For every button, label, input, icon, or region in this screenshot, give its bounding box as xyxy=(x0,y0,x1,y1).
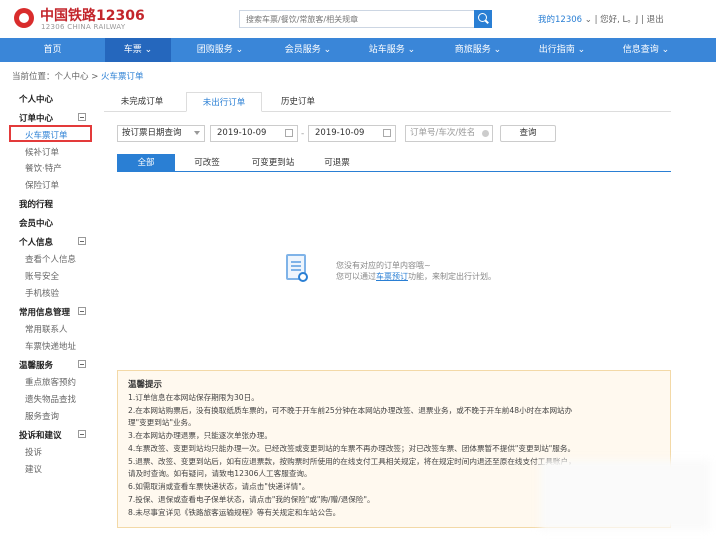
subtab-refundable[interactable]: 可退票 xyxy=(315,154,359,172)
logo-subtitle: 12306 CHINA RAILWAY xyxy=(41,23,126,31)
collapse-icon[interactable] xyxy=(78,113,86,121)
sidebar-key-passenger[interactable]: 重点旅客预约 xyxy=(25,376,76,388)
order-search-input[interactable]: 订单号/车次/姓名 xyxy=(405,125,493,142)
sidebar-service-query[interactable]: 服务查询 xyxy=(25,410,59,422)
search-box xyxy=(239,10,475,28)
calendar-icon[interactable] xyxy=(383,129,391,137)
sidebar-candidate-orders[interactable]: 候补订单 xyxy=(25,146,59,158)
sidebar-train-tickets[interactable]: 火车票订单 xyxy=(25,129,68,141)
tip-line: 1.订单信息在本网站保存期限为30日。 xyxy=(128,393,259,402)
logo-name[interactable]: 中国铁路12306 xyxy=(40,5,145,25)
start-date-value: 2019-10-09 xyxy=(217,128,267,138)
date-type-select[interactable]: 按订票日期查询 xyxy=(117,125,205,142)
sidebar-delivery-address[interactable]: 车票快递地址 xyxy=(25,340,76,352)
empty-line-1: 您没有对应的订单内容哦~ xyxy=(336,261,431,270)
sidebar-personal-center[interactable]: 个人中心 xyxy=(19,93,53,105)
tips-title: 温馨提示 xyxy=(128,380,163,390)
sidebar-phone-verify[interactable]: 手机核验 xyxy=(25,287,59,299)
sidebar-personal-info[interactable]: 个人信息 xyxy=(19,236,53,248)
tip-line: 8.未尽事宜详见《铁路旅客运输规程》等有关规定和车站公告。 xyxy=(128,508,341,517)
nav-station-label: 站车服务 xyxy=(368,45,405,55)
order-search-placeholder: 订单号/车次/姓名 xyxy=(410,128,476,138)
ticket-booking-link[interactable]: 车票预订 xyxy=(376,272,408,281)
nav-member-label: 会员服务 xyxy=(284,45,321,55)
nav-station-service[interactable]: 站车服务 ⌄ xyxy=(352,38,432,62)
nav-member-service[interactable]: 会员服务 ⌄ xyxy=(268,38,348,62)
nav-guide-label: 出行指南 xyxy=(538,45,575,55)
query-button[interactable]: 查询 xyxy=(500,125,556,142)
nav-tickets-label: 车票 xyxy=(123,45,142,55)
nav-group-service[interactable]: 团购服务 ⌄ xyxy=(180,38,260,62)
tip-line: 3.在本网站办理退票，只能逐次单张办理。 xyxy=(128,431,272,440)
sidebar-common-info[interactable]: 常用信息管理 xyxy=(19,306,70,318)
breadcrumb-prefix: 当前位置：个人中心 > xyxy=(12,72,102,82)
tip-line: 2.在本网站购票后，没有换取纸质车票的，可不晚于开车前25分钟在本网站办理改签、… xyxy=(128,406,573,415)
search-input[interactable] xyxy=(240,11,474,27)
start-date-input[interactable]: 2019-10-09 xyxy=(210,125,298,142)
sidebar-account-security[interactable]: 账号安全 xyxy=(25,270,59,282)
nav-info-query[interactable]: 信息查询 ⌄ xyxy=(606,38,686,62)
breadcrumb-current[interactable]: 火车票订单 xyxy=(101,72,144,82)
tip-line: 理"变更到站"业务。 xyxy=(128,418,196,427)
sidebar-member-center[interactable]: 会员中心 xyxy=(19,217,53,229)
sidebar-order-center[interactable]: 订单中心 xyxy=(19,112,53,124)
subtab-changeable[interactable]: 可改签 xyxy=(185,154,229,172)
collapse-icon[interactable] xyxy=(78,360,86,368)
empty-message: 您没有对应的订单内容哦~ 您可以通过车票预订功能，来制定出行计划。 xyxy=(336,260,496,282)
nav-home[interactable]: 首页 xyxy=(0,38,105,62)
main-nav: 首页 车票 ⌄ 团购服务 ⌄ 会员服务 ⌄ 站车服务 ⌄ 商旅服务 ⌄ 出行指南… xyxy=(0,38,716,62)
empty-line-2-prefix: 您可以通过 xyxy=(336,272,376,281)
search-button[interactable] xyxy=(474,10,492,28)
sidebar-contacts[interactable]: 常用联系人 xyxy=(25,323,68,335)
empty-order-icon xyxy=(276,250,316,292)
nav-business-label: 商旅服务 xyxy=(454,45,491,55)
magnifier-icon xyxy=(298,272,308,282)
nav-tickets[interactable]: 车票 ⌄ xyxy=(105,38,171,62)
tip-line: 5.退票、改签、变更到站后，如有应退票款，按购票时所使用的在线支付工具相关规定，… xyxy=(128,457,576,466)
sidebar-complaints[interactable]: 投诉和建议 xyxy=(19,429,62,441)
collapse-icon[interactable] xyxy=(78,430,86,438)
sidebar-my-trips[interactable]: 我的行程 xyxy=(19,198,53,210)
logout-link[interactable]: 退出 xyxy=(647,15,664,25)
watermark-area xyxy=(540,460,710,530)
calendar-icon[interactable] xyxy=(285,129,293,137)
sidebar-complaint[interactable]: 投诉 xyxy=(25,446,42,458)
tip-line: 4.车票改签、变更到站均只能办理一次。已经改签或变更到站的车票不再办理改签；对已… xyxy=(128,444,576,453)
tab-history[interactable]: 历史订单 xyxy=(266,92,330,112)
chevron-down-icon: ⌄ xyxy=(584,15,595,25)
collapse-icon[interactable] xyxy=(78,237,86,245)
sidebar-suggestion[interactable]: 建议 xyxy=(25,463,42,475)
top-header: 中国铁路12306 12306 CHINA RAILWAY 我的12306 ⌄ … xyxy=(0,0,716,38)
tab-incomplete[interactable]: 未完成订单 xyxy=(108,92,176,112)
sidebar-insurance[interactable]: 保险订单 xyxy=(25,179,59,191)
sidebar-warm-service[interactable]: 温馨服务 xyxy=(19,359,53,371)
empty-line-2-suffix: 功能，来制定出行计划。 xyxy=(408,272,496,281)
empty-line-2: 您可以通过车票预订功能，来制定出行计划。 xyxy=(336,271,496,282)
railway-logo-icon[interactable] xyxy=(14,8,34,28)
tip-line: 7.投保、退保或查看电子保单状态，请点击"我的保险"或"购/赠/退保险"。 xyxy=(128,495,375,504)
end-date-input[interactable]: 2019-10-09 xyxy=(308,125,396,142)
nav-info-label: 信息查询 xyxy=(622,45,659,55)
sidebar-lost-items[interactable]: 遗失物品查找 xyxy=(25,393,76,405)
sidebar-catering[interactable]: 餐饮·特产 xyxy=(25,162,62,174)
tip-line: 6.如需取消或查看车票快递状态，请点击"快递详情"。 xyxy=(128,482,310,491)
my-12306-link[interactable]: 我的12306 xyxy=(538,15,582,25)
end-date-value: 2019-10-09 xyxy=(315,128,365,138)
breadcrumb: 当前位置：个人中心 > 火车票订单 xyxy=(12,70,144,82)
clear-icon[interactable] xyxy=(482,130,489,137)
date-separator: - xyxy=(301,129,305,139)
subtab-change-station[interactable]: 可变更到站 xyxy=(244,154,302,172)
user-greeting: 您好, L。J xyxy=(600,15,639,25)
tip-line: 请及时查询。如有疑问，请致电12306人工客服查询。 xyxy=(128,469,312,478)
subtab-all[interactable]: 全部 xyxy=(117,154,175,172)
date-type-value: 按订票日期查询 xyxy=(122,128,182,138)
sidebar-view-info[interactable]: 查看个人信息 xyxy=(25,253,76,265)
nav-group-label: 团购服务 xyxy=(196,45,233,55)
top-links: 我的12306 ⌄ | 您好, L。J | 退出 xyxy=(538,13,664,25)
nav-travel-guide[interactable]: 出行指南 ⌄ xyxy=(522,38,602,62)
tab-not-traveled[interactable]: 未出行订单 xyxy=(186,92,262,112)
nav-business-service[interactable]: 商旅服务 ⌄ xyxy=(438,38,518,62)
collapse-icon[interactable] xyxy=(78,307,86,315)
chevron-down-icon xyxy=(194,131,200,135)
